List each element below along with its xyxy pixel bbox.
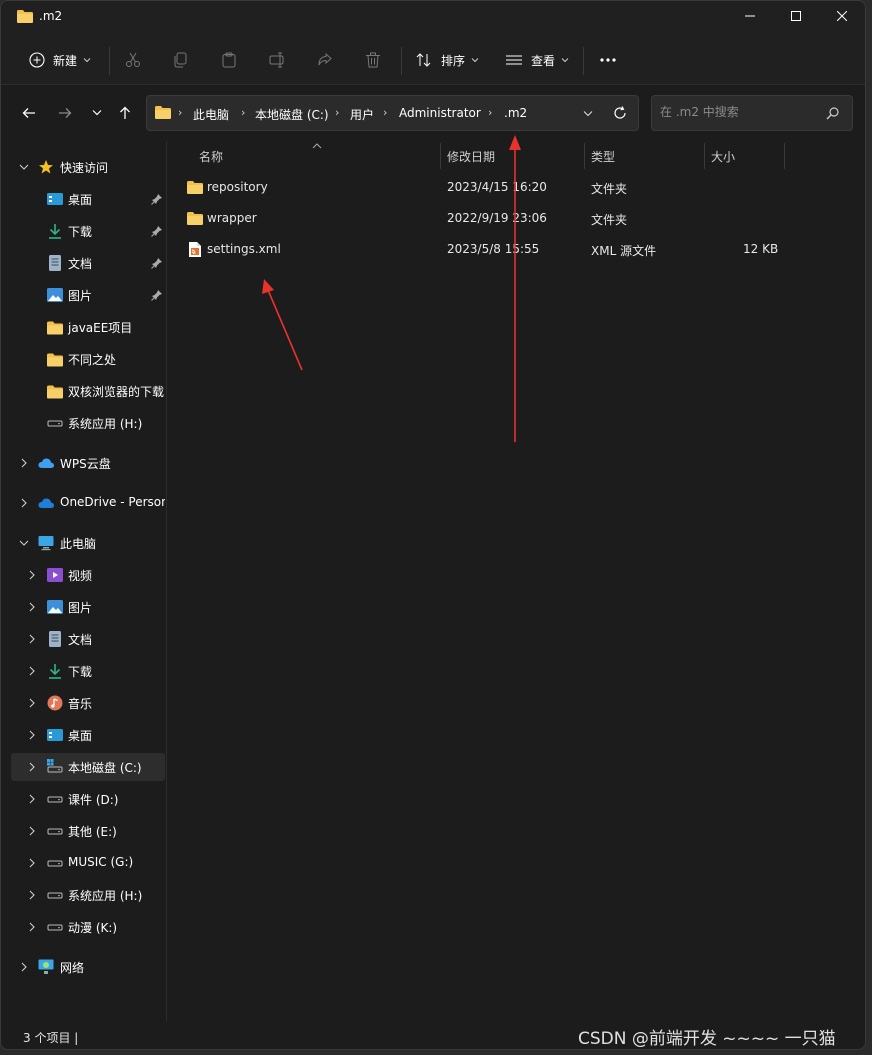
annotation-arrowhead [509,135,521,150]
annotation-arrowhead [262,279,274,294]
annotation-arrows [262,135,521,442]
watermark: CSDN @前端开发 ~~~~ 一只猫 [578,1029,836,1049]
annotation-arrow-settings [267,289,303,371]
